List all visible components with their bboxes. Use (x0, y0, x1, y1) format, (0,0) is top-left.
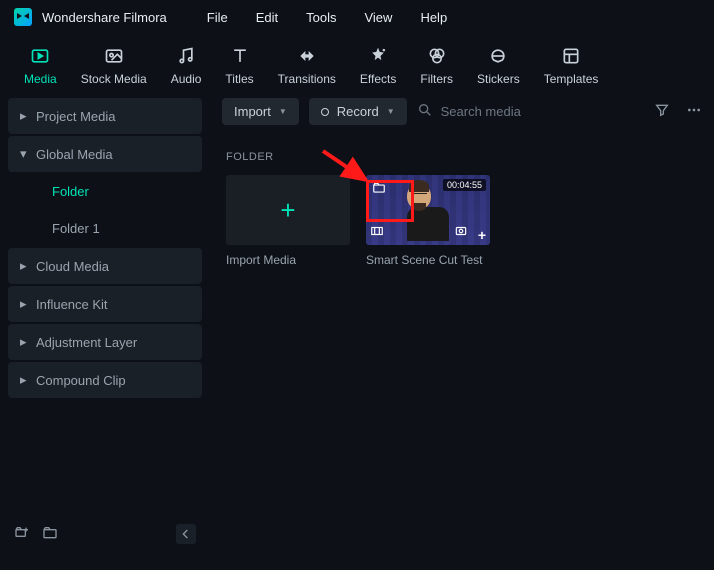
import-media-card: + Import Media (226, 175, 350, 267)
transitions-icon (296, 46, 318, 66)
tab-filters[interactable]: Filters (420, 46, 453, 86)
menu-help[interactable]: Help (420, 10, 447, 25)
chevron-right-icon: ▸ (20, 108, 28, 124)
folder-icon[interactable] (42, 525, 58, 544)
tab-label: Stock Media (81, 72, 147, 86)
tree-influence-kit[interactable]: ▸ Influence Kit (8, 286, 202, 322)
chevron-down-icon: ▼ (279, 107, 287, 116)
audio-icon (175, 46, 197, 66)
tab-media[interactable]: Media (24, 46, 57, 86)
thumbnail-person (407, 183, 449, 241)
import-button[interactable]: Import ▼ (222, 98, 299, 125)
tree-label: Compound Clip (36, 373, 126, 388)
menu-view[interactable]: View (364, 10, 392, 25)
plus-icon: + (280, 195, 295, 226)
circle-overlay-icon[interactable] (454, 224, 468, 241)
card-label: Import Media (226, 253, 350, 267)
tree-label: Project Media (36, 109, 115, 124)
tree-label: Adjustment Layer (36, 335, 137, 350)
tab-label: Stickers (477, 72, 520, 86)
app-logo-icon (14, 8, 32, 26)
tree-folder-1[interactable]: Folder 1 (8, 211, 202, 246)
tab-audio[interactable]: Audio (171, 46, 202, 86)
add-overlay-icon[interactable]: + (478, 227, 486, 243)
tab-label: Titles (225, 72, 253, 86)
media-tree: ▸ Project Media ▾ Global Media Folder Fold… (8, 98, 202, 516)
chevron-right-icon: ▸ (20, 372, 28, 388)
templates-icon (560, 46, 582, 66)
menu-file[interactable]: File (207, 10, 228, 25)
tab-label: Templates (544, 72, 599, 86)
chevron-right-icon: ▸ (20, 258, 28, 274)
tree-adjustment-layer[interactable]: ▸ Adjustment Layer (8, 324, 202, 360)
tab-titles[interactable]: Titles (225, 46, 253, 86)
more-options-icon[interactable] (686, 102, 702, 121)
workspace: ▸ Project Media ▾ Global Media Folder Fold… (0, 90, 714, 560)
media-grid: + Import Media 00:04:55 + Smart (222, 175, 702, 267)
tab-stickers[interactable]: Stickers (477, 46, 520, 86)
tab-transitions[interactable]: Transitions (278, 46, 336, 86)
titles-icon (229, 46, 251, 66)
chevron-right-icon: ▸ (20, 334, 28, 350)
tree-global-media[interactable]: ▾ Global Media (8, 136, 202, 172)
stock-media-icon (103, 46, 125, 66)
filter-icon[interactable] (654, 102, 670, 121)
tree-label: Folder (52, 184, 89, 199)
search-box (417, 102, 571, 121)
media-icon (29, 46, 51, 66)
tree-folder[interactable]: Folder (8, 174, 202, 209)
menu-bar: File Edit Tools View Help (207, 10, 447, 25)
sidebar: ▸ Project Media ▾ Global Media Folder Fold… (0, 90, 210, 560)
tab-label: Filters (420, 72, 453, 86)
clip-thumbnail[interactable]: 00:04:55 + (366, 175, 490, 245)
card-label: Smart Scene Cut Test (366, 253, 490, 267)
tree-project-media[interactable]: ▸ Project Media (8, 98, 202, 134)
chevron-down-icon: ▼ (387, 107, 395, 116)
search-icon (417, 102, 433, 121)
sidebar-footer (8, 516, 202, 552)
collapse-sidebar-button[interactable] (176, 524, 196, 544)
tab-label: Transitions (278, 72, 336, 86)
menu-edit[interactable]: Edit (256, 10, 278, 25)
tree-cloud-media[interactable]: ▸ Cloud Media (8, 248, 202, 284)
button-label: Record (337, 104, 379, 119)
tab-label: Audio (171, 72, 202, 86)
app-title: Wondershare Filmora (42, 10, 167, 25)
chevron-down-icon: ▾ (20, 146, 28, 162)
record-button[interactable]: Record ▼ (309, 98, 407, 125)
menu-tools[interactable]: Tools (306, 10, 336, 25)
record-icon (321, 108, 329, 116)
title-bar: Wondershare Filmora File Edit Tools View… (0, 0, 714, 34)
tab-label: Effects (360, 72, 396, 86)
clip-duration: 00:04:55 (443, 179, 486, 191)
tree-label: Global Media (36, 147, 113, 162)
stickers-icon (487, 46, 509, 66)
search-input[interactable] (441, 104, 571, 119)
tab-effects[interactable]: Effects (360, 46, 396, 86)
new-folder-plus-icon[interactable] (14, 525, 30, 544)
media-toolbar: Import ▼ Record ▼ (222, 90, 702, 133)
main-panel: Import ▼ Record ▼ FOLDER + Import Media (210, 90, 714, 560)
tab-templates[interactable]: Templates (544, 46, 599, 86)
tab-stock-media[interactable]: Stock Media (81, 46, 147, 86)
tree-label: Cloud Media (36, 259, 109, 274)
top-tabs: Media Stock Media Audio Titles Transitio… (0, 34, 714, 90)
filmstrip-overlay-icon[interactable] (370, 224, 384, 241)
chevron-right-icon: ▸ (20, 296, 28, 312)
tab-label: Media (24, 72, 57, 86)
import-media-dropzone[interactable]: + (226, 175, 350, 245)
section-header: FOLDER (222, 133, 702, 175)
button-label: Import (234, 104, 271, 119)
folder-overlay-icon[interactable] (372, 181, 386, 198)
tree-compound-clip[interactable]: ▸ Compound Clip (8, 362, 202, 398)
tree-label: Folder 1 (52, 221, 100, 236)
tree-label: Influence Kit (36, 297, 108, 312)
filters-icon (426, 46, 448, 66)
effects-icon (367, 46, 389, 66)
media-clip-card: 00:04:55 + Smart Scene Cut Test (366, 175, 490, 267)
